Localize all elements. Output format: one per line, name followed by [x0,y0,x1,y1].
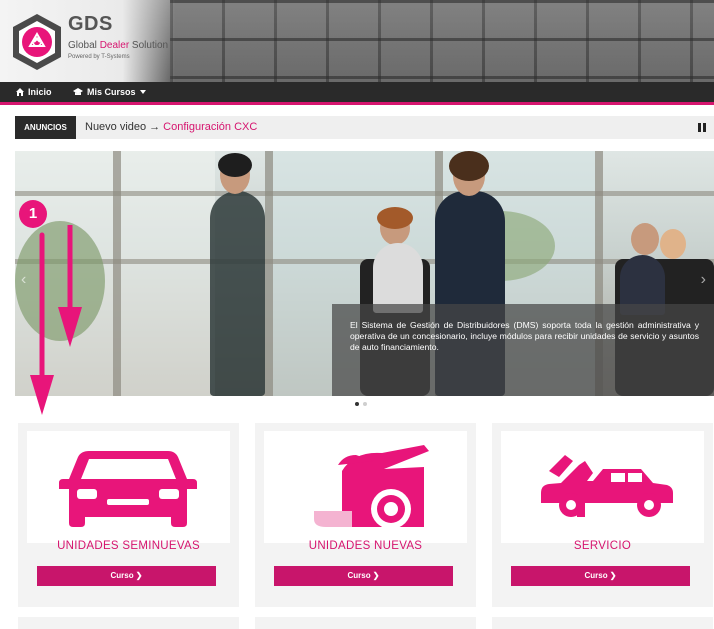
course-card-title: SERVICIO [573,540,632,552]
car-service-icon [541,455,673,517]
logo-abbreviation: GDS [68,13,113,35]
site-header: GDS Global Dealer Solution Powered by T-… [0,0,714,82]
new-car-icon [314,445,429,529]
course-card-image [264,431,467,543]
logo-hexagon-icon [13,14,61,70]
announcement-text: Nuevo video → Configuración CXC [85,121,258,133]
logo[interactable]: GDS Global Dealer Solution Powered by T-… [0,0,175,82]
course-card-image [27,431,230,543]
caret-down-icon [139,90,146,94]
home-icon [16,88,24,96]
pause-icon[interactable] [698,123,706,132]
course-card-seminuevas[interactable]: UNIDADES SEMINUEVAS Curso ❯ [18,423,239,607]
annotation-arrow-icons [30,225,82,415]
nav-item-inicio[interactable]: Inicio [16,87,52,97]
carousel-dot-active[interactable] [355,402,359,406]
carousel-next-button[interactable]: › [701,271,706,289]
course-card-nuevas[interactable]: UNIDADES NUEVAS Curso ❯ [255,423,476,607]
course-card-servicio[interactable]: SERVICIO Curso ❯ [492,423,713,607]
course-button[interactable]: Curso ❯ [274,566,453,586]
course-button[interactable]: Curso ❯ [511,566,690,586]
carousel-prev-button[interactable]: ‹ [21,271,26,289]
announcement-bar: ANUNCIOS Nuevo video → Configuración CXC [15,116,714,139]
course-card-title: UNIDADES SEMINUEVAS [57,540,200,552]
announcement-link[interactable]: Configuración CXC [163,121,257,133]
nav-item-label: Inicio [28,87,52,97]
carousel-indicators [355,402,367,406]
carousel-caption: El Sistema de Gestión de Distribuidores … [332,304,714,396]
carousel-dot[interactable] [363,402,367,406]
hero-carousel[interactable]: ‹ › El Sistema de Gestión de Distribuido… [15,151,714,396]
nav-item-mis-cursos[interactable]: Mis Cursos [73,87,146,97]
course-card-next-row [18,617,239,629]
logo-powered-by: Powered by T-Systems [68,54,130,60]
course-card-image [501,431,704,543]
photo-person-standing-left [210,191,265,396]
main-navbar: Inicio Mis Cursos [0,82,714,105]
course-button[interactable]: Curso ❯ [37,566,216,586]
announcement-label: ANUNCIOS [15,116,76,139]
course-card-title: UNIDADES NUEVAS [308,540,423,552]
course-card-next-row [255,617,476,629]
graduation-cap-icon [73,88,83,95]
logo-name: Global Dealer Solution [68,40,169,51]
carousel-caption-text: El Sistema de Gestión de Distribuidores … [350,320,699,352]
course-card-next-row [492,617,713,629]
annotation-step-badge: 1 [19,200,47,228]
nav-item-label: Mis Cursos [87,87,136,97]
car-icon [59,451,197,527]
